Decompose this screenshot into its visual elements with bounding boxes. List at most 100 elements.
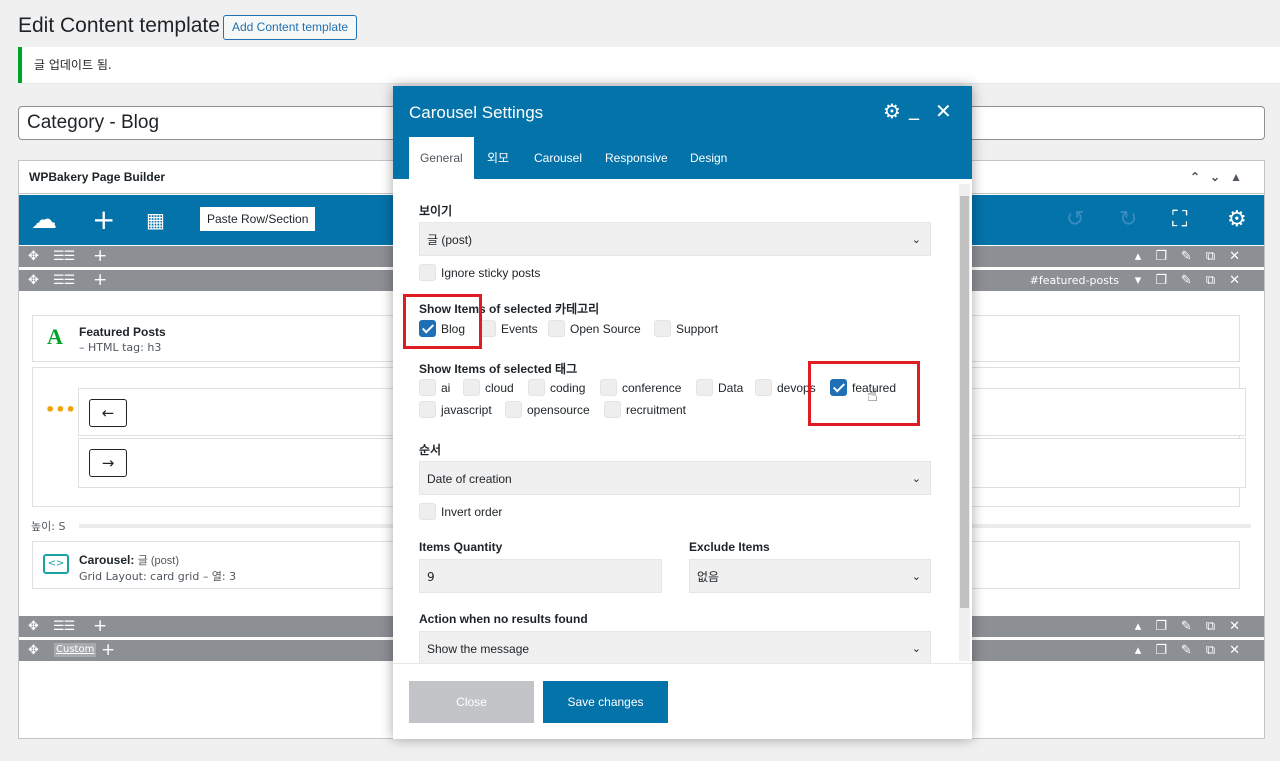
add-column-icon[interactable]: +: [93, 270, 107, 291]
save-changes-button[interactable]: Save changes: [543, 681, 668, 723]
no-results-label: Action when no results found: [419, 612, 588, 626]
modal-footer: Close Save changes: [393, 663, 972, 739]
chevron-down-icon: ⌄: [911, 234, 921, 246]
tab-general[interactable]: General: [409, 137, 474, 179]
row-action-icons[interactable]: ▴❐✎⧉✕: [1135, 246, 1254, 267]
prev-arrow-button[interactable]: ←: [89, 399, 127, 427]
ignore-sticky-checkbox[interactable]: Ignore sticky posts: [419, 264, 540, 282]
checkbox[interactable]: [463, 379, 480, 396]
add-column-icon[interactable]: +: [101, 640, 115, 661]
cloud-icon[interactable]: ☁: [31, 195, 57, 245]
move-icon[interactable]: ✥: [28, 246, 39, 267]
no-results-select[interactable]: Show the message ⌄: [419, 631, 931, 663]
checkbox[interactable]: [419, 264, 436, 281]
add-column-icon[interactable]: +: [93, 246, 107, 267]
tag-checkbox-data[interactable]: Data: [696, 379, 743, 397]
row-action-icons[interactable]: ▾❐✎⧉✕: [1135, 270, 1254, 291]
checkbox[interactable]: [419, 503, 436, 520]
order-select[interactable]: Date of creation ⌄: [419, 461, 931, 495]
templates-icon[interactable]: ▦: [146, 195, 165, 245]
redo-icon[interactable]: ↻: [1119, 195, 1137, 245]
exclude-select[interactable]: 없음 ⌄: [689, 559, 931, 593]
tab-design[interactable]: Design: [690, 137, 727, 179]
modal-title: Carousel Settings: [409, 103, 544, 122]
panel-toggle-controls[interactable]: ⌃⌄▲: [1190, 161, 1252, 194]
element-sub: Grid Layout: card grid – 열: 3: [79, 570, 237, 583]
modal-header: Carousel Settings ⚙ _ ✕ General 외모 Carou…: [393, 86, 972, 179]
chevron-down-icon: ⌄: [911, 473, 921, 485]
row-tag-label: #featured-posts: [1029, 274, 1119, 287]
tab-carousel[interactable]: Carousel: [534, 137, 582, 179]
paste-row-button[interactable]: Paste Row/Section: [200, 207, 316, 231]
undo-icon[interactable]: ↺: [1066, 195, 1084, 245]
order-label: 순서: [419, 443, 442, 457]
row-action-icons[interactable]: ▴❐✎⧉✕: [1135, 616, 1254, 637]
element-name: Carousel:: [79, 553, 135, 567]
exclude-label: Exclude Items: [689, 540, 770, 554]
chevron-down-icon: ⌄: [911, 571, 921, 583]
add-content-template-button[interactable]: Add Content template: [223, 15, 358, 40]
tag-checkbox-coding[interactable]: coding: [528, 379, 585, 397]
add-element-icon[interactable]: +: [92, 195, 115, 245]
tag-checkbox-cloud[interactable]: cloud: [463, 379, 514, 397]
row-action-icons[interactable]: ▴❐✎⧉✕: [1135, 640, 1254, 661]
checkbox[interactable]: [548, 320, 565, 337]
drag-handle-icon[interactable]: ☰☰: [53, 616, 75, 637]
highlight-box: [403, 294, 482, 349]
modal-scrollbar-thumb[interactable]: [960, 196, 969, 608]
move-icon[interactable]: ✥: [28, 640, 39, 661]
move-icon[interactable]: ✥: [28, 616, 39, 637]
tab-responsive[interactable]: Responsive: [605, 137, 668, 179]
custom-row-label[interactable]: Custom: [54, 643, 97, 657]
gear-icon[interactable]: ⚙: [1227, 195, 1247, 245]
drag-handle-icon[interactable]: ☰☰: [53, 246, 75, 267]
tag-label: Show Items of selected 태그: [419, 362, 578, 376]
modal-body: 보이기 글 (post) ⌄ Ignore sticky posts Show …: [393, 179, 972, 663]
checkbox[interactable]: [755, 379, 772, 396]
tag-checkbox-opensource[interactable]: opensource: [505, 401, 590, 419]
minimize-icon[interactable]: _: [909, 96, 919, 120]
tag-checkbox-conference[interactable]: conference: [600, 379, 681, 397]
category-checkbox-support[interactable]: Support: [654, 320, 718, 338]
checkbox[interactable]: [419, 401, 436, 418]
fullscreen-icon[interactable]: ⛶: [1172, 195, 1187, 245]
carousel-settings-modal: Carousel Settings ⚙ _ ✕ General 외모 Carou…: [393, 86, 972, 739]
checkbox[interactable]: [696, 379, 713, 396]
page-title: Edit Content template: [18, 14, 220, 37]
post-type-select[interactable]: 글 (post) ⌄: [419, 222, 931, 256]
tag-checkbox-recruitment[interactable]: recruitment: [604, 401, 686, 419]
quantity-label: Items Quantity: [419, 540, 503, 554]
checkbox[interactable]: [505, 401, 522, 418]
quantity-input[interactable]: 9: [419, 559, 662, 593]
close-button[interactable]: Close: [409, 681, 534, 723]
page-builder-title: WPBakery Page Builder: [29, 170, 166, 184]
move-icon[interactable]: ✥: [28, 270, 39, 291]
post-type-label: 보이기: [419, 204, 453, 218]
carousel-element-icon: <>: [43, 554, 69, 574]
checkbox[interactable]: [654, 320, 671, 337]
tag-checkbox-ai[interactable]: ai: [419, 379, 450, 397]
tag-checkbox-javascript[interactable]: javascript: [419, 401, 492, 419]
checkbox[interactable]: [600, 379, 617, 396]
tab-appearance[interactable]: 외모: [487, 137, 509, 179]
update-notice: 글 업데이트 됨.: [18, 47, 1280, 83]
invert-order-checkbox[interactable]: Invert order: [419, 503, 502, 521]
category-checkbox-events[interactable]: Events: [479, 320, 538, 338]
checkbox[interactable]: [604, 401, 621, 418]
element-sub: – HTML tag: h3: [79, 341, 162, 354]
text-element-icon: A: [47, 324, 63, 349]
element-name: Featured Posts: [79, 325, 166, 339]
more-options-icon[interactable]: •••: [45, 400, 76, 419]
tag-checkbox-devops[interactable]: devops: [755, 379, 816, 397]
checkbox[interactable]: [419, 379, 436, 396]
add-column-icon[interactable]: +: [93, 616, 107, 637]
height-label: 높이: S: [31, 520, 66, 533]
checkbox[interactable]: [528, 379, 545, 396]
category-checkbox-open-source[interactable]: Open Source: [548, 320, 641, 338]
gear-icon[interactable]: ⚙: [883, 99, 901, 123]
next-arrow-button[interactable]: →: [89, 449, 127, 477]
drag-handle-icon[interactable]: ☰☰: [53, 270, 75, 291]
close-icon[interactable]: ✕: [935, 99, 952, 123]
highlight-box: [808, 361, 920, 426]
chevron-down-icon: ⌄: [911, 643, 921, 655]
